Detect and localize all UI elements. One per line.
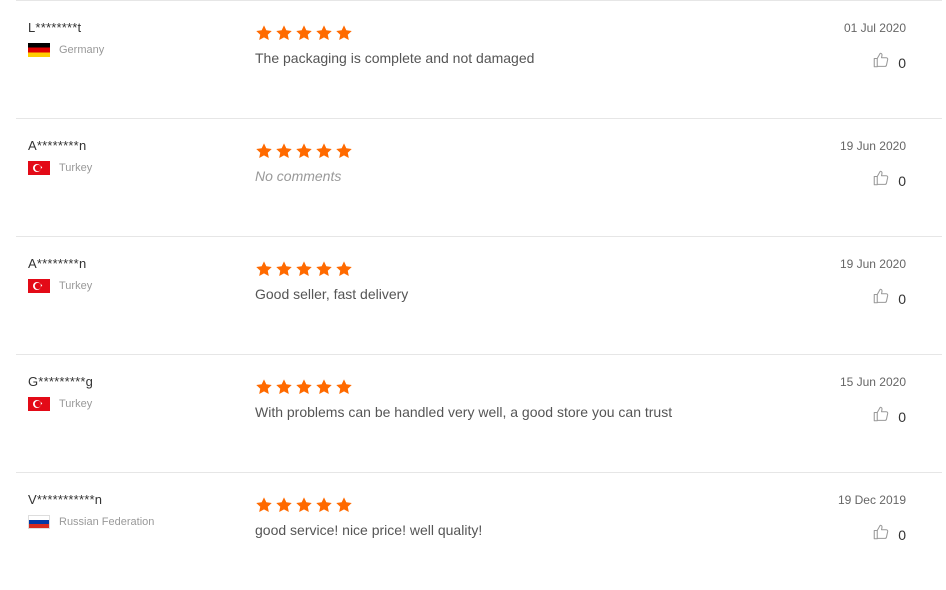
review-content: No comments <box>255 142 795 184</box>
star-icon <box>255 24 273 42</box>
star-icon <box>295 496 313 514</box>
reviewer-info: G*********g Turkey <box>28 374 93 411</box>
review-date: 19 Jun 2020 <box>839 139 906 153</box>
review-date: 15 Jun 2020 <box>839 375 906 389</box>
reviewer-name: A********n <box>28 256 87 271</box>
star-rating <box>255 378 795 396</box>
flag-de-icon <box>28 43 50 57</box>
review-content: With problems can be handled very well, … <box>255 378 795 420</box>
star-icon <box>315 496 333 514</box>
star-icon <box>295 378 313 396</box>
reviewer-country: Turkey <box>28 397 93 411</box>
reviews-list: L********t Germany The packaging is comple… <box>16 0 942 590</box>
flag-tr-icon <box>28 279 50 293</box>
star-icon <box>275 260 293 278</box>
star-icon <box>335 24 353 42</box>
review-content: Good seller, fast delivery <box>255 260 795 302</box>
reviewer-name: G*********g <box>28 374 94 389</box>
helpful-button[interactable]: 0 <box>872 51 906 74</box>
star-icon <box>255 378 273 396</box>
star-icon <box>295 24 313 42</box>
star-icon <box>275 142 293 160</box>
reviewer-country: Turkey <box>28 279 92 293</box>
star-rating <box>255 24 795 42</box>
flag-tr-icon <box>28 161 50 175</box>
review-item: A********n Turkey No comments 19 Jun 2020 0 <box>16 118 942 236</box>
review-comment: The packaging is complete and not damage… <box>255 50 535 66</box>
review-item: V***********n Russian Federation good serv… <box>16 472 942 590</box>
star-icon <box>255 142 273 160</box>
star-icon <box>295 260 313 278</box>
country-label: Turkey <box>59 162 93 174</box>
review-content: good service! nice price! well quality! <box>255 496 795 538</box>
review-date: 19 Jun 2020 <box>839 257 906 271</box>
flag-ru-icon <box>28 515 50 529</box>
thumbs-up-icon[interactable] <box>872 287 890 310</box>
reviewer-country: Russian Federation <box>28 515 154 529</box>
like-count: 0 <box>898 408 906 425</box>
star-icon <box>275 496 293 514</box>
reviewer-name: L********t <box>28 20 82 35</box>
like-count: 0 <box>898 290 906 307</box>
like-count: 0 <box>898 526 906 543</box>
reviewer-name: V***********n <box>28 492 103 507</box>
country-label: Germany <box>59 44 105 56</box>
reviewer-country: Turkey <box>28 161 92 175</box>
helpful-button[interactable]: 0 <box>872 287 906 310</box>
review-comment: With problems can be handled very well, … <box>255 404 673 420</box>
helpful-button[interactable]: 0 <box>872 405 906 428</box>
review-date: 19 Dec 2019 <box>837 493 906 507</box>
star-icon <box>295 142 313 160</box>
star-rating <box>255 496 795 514</box>
star-icon <box>315 24 333 42</box>
review-content: The packaging is complete and not damage… <box>255 24 795 66</box>
review-item: A********n Turkey Good seller, fast delive… <box>16 236 942 354</box>
star-rating <box>255 260 795 278</box>
thumbs-up-icon[interactable] <box>872 523 890 546</box>
star-icon <box>315 378 333 396</box>
like-count: 0 <box>898 172 906 189</box>
star-icon <box>335 260 353 278</box>
helpful-button[interactable]: 0 <box>872 523 906 546</box>
star-icon <box>255 260 273 278</box>
reviewer-country: Germany <box>28 43 104 57</box>
reviewer-info: L********t Germany <box>28 20 104 57</box>
star-icon <box>315 142 333 160</box>
thumbs-up-icon[interactable] <box>872 405 890 428</box>
star-rating <box>255 142 795 160</box>
review-date: 01 Jul 2020 <box>843 21 906 35</box>
review-comment: No comments <box>255 168 342 184</box>
star-icon <box>315 260 333 278</box>
star-icon <box>275 24 293 42</box>
star-icon <box>275 378 293 396</box>
country-label: Turkey <box>59 280 93 292</box>
star-icon <box>335 496 353 514</box>
review-comment: good service! nice price! well quality! <box>255 522 483 538</box>
review-comment: Good seller, fast delivery <box>255 286 409 302</box>
review-item: L********t Germany The packaging is comple… <box>16 0 942 118</box>
thumbs-up-icon[interactable] <box>872 51 890 74</box>
star-icon <box>335 142 353 160</box>
review-item: G*********g Turkey With problems can be ha… <box>16 354 942 472</box>
star-icon <box>335 378 353 396</box>
like-count: 0 <box>898 54 906 71</box>
reviewer-name: A********n <box>28 138 87 153</box>
country-label: Russian Federation <box>59 516 155 528</box>
thumbs-up-icon[interactable] <box>872 169 890 192</box>
country-label: Turkey <box>59 398 93 410</box>
reviewer-info: A********n Turkey <box>28 256 92 293</box>
flag-tr-icon <box>28 397 50 411</box>
reviewer-info: A********n Turkey <box>28 138 92 175</box>
reviewer-info: V***********n Russian Federation <box>28 492 154 529</box>
helpful-button[interactable]: 0 <box>872 169 906 192</box>
star-icon <box>255 496 273 514</box>
